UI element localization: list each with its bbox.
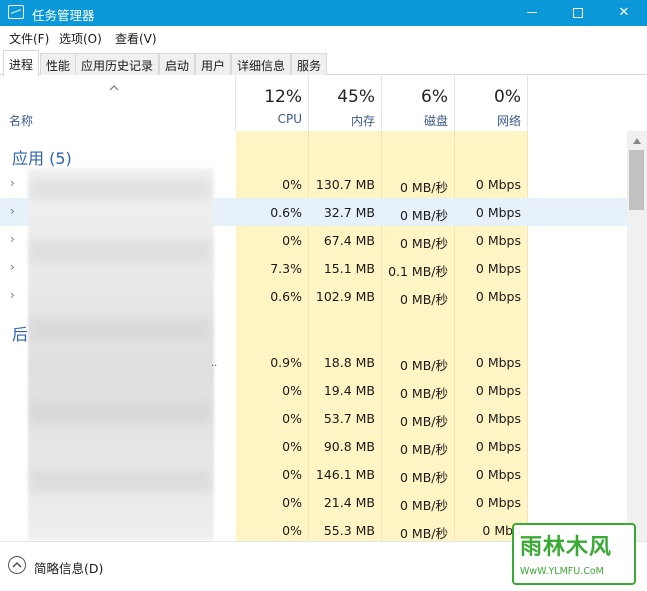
fewer-details-button[interactable] xyxy=(8,556,26,574)
menu-options[interactable]: 选项(O) xyxy=(59,30,102,47)
chevron-up-icon xyxy=(12,562,22,568)
tab-services[interactable]: 服务 xyxy=(291,53,328,75)
network-value: 0 Mbps xyxy=(475,411,521,426)
truncation-dots: .. xyxy=(211,358,218,369)
blur-strip xyxy=(30,318,210,340)
scroll-thumb[interactable] xyxy=(629,150,644,210)
expand-chevron-icon[interactable]: › xyxy=(10,289,18,301)
network-label: 网络 xyxy=(496,114,521,128)
close-icon: ✕ xyxy=(618,5,630,20)
maximize-icon xyxy=(573,7,583,18)
network-value: 0 Mbps xyxy=(475,383,521,398)
tab-details[interactable]: 详细信息 xyxy=(231,53,292,75)
cpu-label: CPU xyxy=(277,112,302,126)
tab-startup[interactable]: 启动 xyxy=(159,53,196,75)
column-name-label: 名称 xyxy=(9,114,34,128)
memory-percent: 45% xyxy=(337,87,375,107)
blur-strip xyxy=(30,402,210,424)
memory-label: 内存 xyxy=(350,114,375,128)
menu-file[interactable]: 文件(F) xyxy=(9,30,49,47)
column-name[interactable]: 名称 xyxy=(0,76,236,131)
blur-strip xyxy=(30,470,210,492)
network-value: 0 Mbps xyxy=(475,439,521,454)
tab-app-history[interactable]: 应用历史记录 xyxy=(75,53,160,75)
expand-chevron-icon[interactable]: › xyxy=(10,261,18,273)
tab-bar: 进程 性能 应用历史记录 启动 用户 详细信息 服务 xyxy=(0,50,647,76)
minimize-button[interactable] xyxy=(509,0,555,26)
task-manager-icon xyxy=(8,5,24,19)
blur-strip xyxy=(30,178,210,200)
maximize-button[interactable] xyxy=(555,0,601,26)
column-network[interactable]: 0% 网络 xyxy=(455,76,528,131)
network-value: 0 Mbps xyxy=(475,467,521,482)
menu-view[interactable]: 查看(V) xyxy=(115,30,157,47)
blur-strip xyxy=(30,240,210,262)
tab-users[interactable]: 用户 xyxy=(195,53,232,75)
network-value: 0 Mbps xyxy=(475,261,521,276)
menu-bar: 文件(F) 选项(O) 查看(V) xyxy=(0,26,647,50)
window-title: 任务管理器 xyxy=(32,8,95,23)
column-disk[interactable]: 6% 磁盘 xyxy=(382,76,455,131)
network-value: 0 Mbp xyxy=(482,523,521,538)
watermark-sub: WwW.YLMFU.CoM xyxy=(520,566,604,577)
expand-chevron-icon[interactable]: › xyxy=(10,177,18,189)
column-memory[interactable]: 45% 内存 xyxy=(309,76,382,131)
minimize-icon xyxy=(527,12,537,13)
network-percent: 0% xyxy=(494,87,521,107)
disk-label: 磁盘 xyxy=(423,114,448,128)
tab-performance[interactable]: 性能 xyxy=(40,53,77,75)
title-bar: 任务管理器 ✕ xyxy=(0,0,647,26)
expand-chevron-icon[interactable]: › xyxy=(10,205,18,217)
cpu-percent: 12% xyxy=(264,87,302,107)
disk-percent: 6% xyxy=(421,87,448,107)
tab-processes[interactable]: 进程 xyxy=(3,50,40,76)
watermark-main: 雨林木风 xyxy=(520,535,613,560)
watermark-logo: 雨林木风 WwW.YLMFU.CoM xyxy=(512,523,636,585)
scroll-up-icon[interactable] xyxy=(632,137,642,145)
network-value: 0 Mbps xyxy=(475,289,521,304)
column-cpu[interactable]: 12% CPU xyxy=(236,76,309,131)
network-value: 0 Mbps xyxy=(475,355,521,370)
close-button[interactable]: ✕ xyxy=(601,0,647,26)
group-title-apps: 应用 (5) xyxy=(12,149,72,168)
network-value: 0 Mbps xyxy=(475,177,521,192)
network-value: 0 Mbps xyxy=(475,233,521,248)
vertical-scrollbar[interactable] xyxy=(627,131,647,541)
network-value: 0 Mbps xyxy=(475,495,521,510)
fewer-details-label[interactable]: 简略信息(D) xyxy=(34,558,103,577)
group-title-background: 后 xyxy=(12,325,29,344)
network-value: 0 Mbps xyxy=(475,205,521,220)
expand-chevron-icon[interactable]: › xyxy=(10,233,18,245)
